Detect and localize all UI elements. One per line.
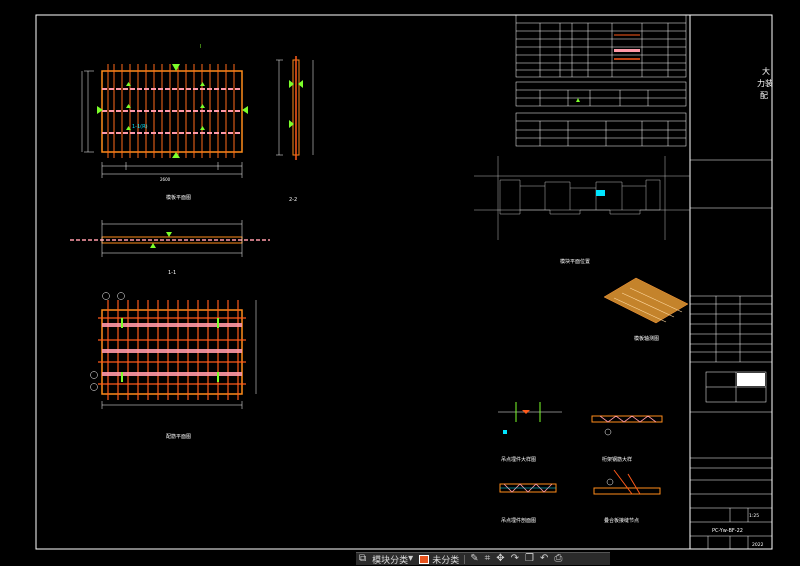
cad-drawing-canvas[interactable]: 1-1(R) 2600 模板平面图 Ⅰ 2-2 1-1 配筋平面图 模块平面位置…: [0, 0, 800, 564]
svg-text:力装: 力装: [757, 78, 773, 88]
dropdown-icon: ▾: [408, 553, 414, 564]
svg-text:叠合板接缝节点: 叠合板接缝节点: [604, 517, 639, 524]
svg-text:2022: 2022: [752, 542, 764, 548]
table-symbols: [576, 34, 640, 102]
svg-text:桁架钢筋大样: 桁架钢筋大样: [602, 456, 632, 463]
svg-text:模板平面图: 模板平面图: [166, 194, 191, 201]
move-button[interactable]: ✥: [493, 553, 507, 565]
titleblock-text: 大 力装 配 1:25 PC-Yw-BF-22 2022: [712, 66, 773, 548]
key-plan: [474, 156, 690, 240]
viewer-toolbar: ⧉ 模块分类 ▾ 未分类 ✎ ⌗ ✥ ↷ ❐ ↶ ⎙: [356, 552, 610, 566]
svg-text:吊点埋件剖面图: 吊点埋件剖面图: [501, 517, 536, 524]
print-icon: ⎙: [554, 553, 563, 564]
svg-text:PC-Yw-BF-22: PC-Yw-BF-22: [712, 528, 743, 534]
detail-4: 叠合板接缝节点: [593, 469, 661, 524]
copy-button[interactable]: ❐: [522, 553, 537, 565]
svg-text:配筋平面图: 配筋平面图: [166, 433, 191, 440]
layer-filter-dropdown[interactable]: 模块分类 ▾: [369, 553, 416, 566]
svg-text:模板轴测图: 模板轴测图: [634, 335, 659, 342]
schedule-tables: [515, 14, 687, 147]
rebar-plan: 配筋平面图: [90, 292, 257, 440]
section-2-2: 2-2: [276, 56, 314, 203]
print-button[interactable]: ⎙: [551, 553, 565, 565]
svg-text:大: 大: [762, 66, 770, 76]
redo-button[interactable]: ↷: [508, 553, 522, 565]
title-block: [690, 159, 772, 549]
measure-button[interactable]: ⌗: [482, 553, 494, 565]
measure-icon: ⌗: [484, 553, 491, 564]
svg-text:吊点埋件大样图: 吊点埋件大样图: [501, 456, 536, 463]
toolbar-separator: [464, 554, 466, 564]
copy-icon: ❐: [525, 553, 534, 564]
detail-2: 桁架钢筋大样: [591, 415, 663, 463]
svg-text:Ⅰ: Ⅰ: [200, 44, 201, 50]
undo-button[interactable]: ↶: [537, 553, 551, 565]
detail-3: 吊点埋件剖面图: [499, 483, 557, 524]
redo-icon: ↷: [510, 553, 520, 564]
isometric-view: 模板轴测图: [603, 277, 689, 342]
titleblock-fill: [737, 373, 765, 386]
svg-text:2600: 2600: [160, 177, 171, 182]
svg-text:1-1: 1-1: [168, 270, 176, 276]
layers-button[interactable]: ⧉: [356, 553, 369, 565]
section-1-1: 1-1: [70, 220, 270, 276]
svg-text:1:25: 1:25: [749, 513, 759, 519]
key-plan-highlight: [596, 190, 605, 196]
key-plan-label: 模块平面位置: [560, 258, 590, 265]
move-icon: ✥: [496, 553, 505, 564]
svg-text:2-2: 2-2: [289, 197, 297, 203]
svg-text:1-1(R): 1-1(R): [132, 124, 148, 130]
color-swatch: [419, 554, 430, 564]
svg-text:配: 配: [760, 91, 768, 100]
color-filter-dropdown[interactable]: 未分类: [416, 553, 462, 566]
layers-icon: ⧉: [359, 553, 367, 564]
plan-view: 1-1(R) 2600 模板平面图 Ⅰ: [81, 44, 248, 201]
edit-button[interactable]: ✎: [467, 553, 481, 565]
undo-icon: ↶: [539, 553, 549, 564]
edit-icon: ✎: [470, 553, 479, 564]
detail-1: 吊点埋件大样图: [498, 402, 562, 463]
